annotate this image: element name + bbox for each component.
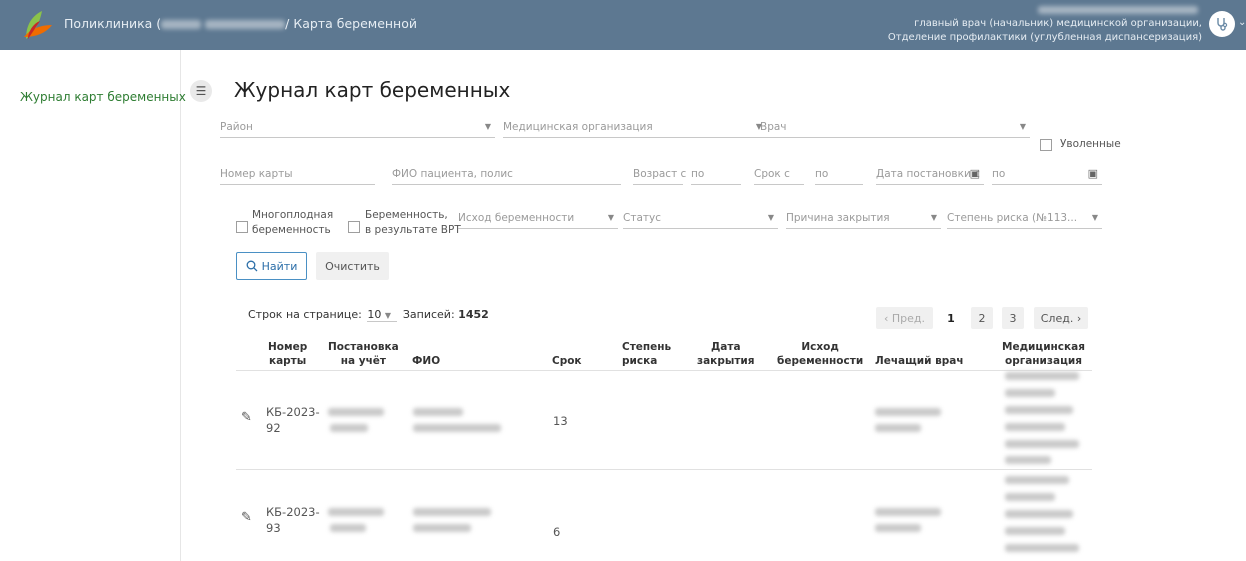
ivf-pregnancy-label: Беременность, в результате ВРТ bbox=[365, 209, 461, 236]
col-organization[interactable]: Медицинская организация bbox=[1002, 340, 1085, 368]
calendar-icon[interactable]: ▣ bbox=[1088, 167, 1098, 180]
pagination-next[interactable]: След. › bbox=[1034, 307, 1088, 329]
patient-search-input[interactable]: ФИО пациента, полис bbox=[392, 163, 621, 185]
age-from-input[interactable]: Возраст с bbox=[633, 163, 686, 185]
col-outcome[interactable]: Исход беременности bbox=[777, 340, 863, 368]
pagination-page-2[interactable]: 2 bbox=[971, 307, 993, 329]
col-doctor[interactable]: Лечащий врач bbox=[875, 354, 964, 368]
chevron-down-icon: ▼ bbox=[384, 311, 392, 320]
term-cell: 13 bbox=[553, 414, 568, 428]
col-registration[interactable]: Постановка на учёт bbox=[328, 340, 399, 368]
multiple-pregnancy-label: Многоплодная беременность bbox=[252, 209, 334, 236]
table-meta: Строк на странице: 10 ▼ Записей: 1452 bbox=[248, 308, 489, 322]
risk-select[interactable]: Степень риска (№113... ▼ bbox=[947, 207, 1102, 229]
app-title: Поликлиника ( / Карта беременной bbox=[64, 16, 418, 31]
row-divider bbox=[236, 469, 1092, 470]
ivf-pregnancy-checkbox[interactable] bbox=[348, 221, 360, 233]
page-title: Журнал карт беременных bbox=[234, 78, 511, 102]
user-name bbox=[1038, 6, 1198, 14]
card-number-cell: КБ-2023- 92 bbox=[266, 405, 320, 435]
hamburger-icon[interactable]: ☰ bbox=[190, 80, 212, 102]
search-icon bbox=[246, 260, 258, 272]
fired-checkbox[interactable] bbox=[1040, 139, 1052, 151]
col-risk[interactable]: Степень риска bbox=[622, 340, 671, 368]
card-number-input[interactable]: Номер карты bbox=[220, 163, 375, 185]
term-to-input[interactable]: по bbox=[815, 163, 863, 185]
pencil-icon[interactable]: ✎ bbox=[241, 510, 252, 525]
header-divider bbox=[236, 370, 1092, 371]
col-close-date[interactable]: Дата закрытия bbox=[697, 340, 755, 368]
close-reason-select[interactable]: Причина закрытия ▼ bbox=[786, 207, 941, 229]
chevron-down-icon: ▼ bbox=[930, 213, 937, 222]
multiple-pregnancy-checkbox[interactable] bbox=[236, 221, 248, 233]
pencil-icon[interactable]: ✎ bbox=[241, 410, 252, 425]
col-card-number[interactable]: Номер карты bbox=[268, 340, 307, 368]
outcome-select[interactable]: Исход беременности ▼ bbox=[458, 207, 618, 229]
chevron-down-icon: ▼ bbox=[607, 213, 614, 222]
stethoscope-icon bbox=[1217, 18, 1228, 31]
term-cell: 6 bbox=[553, 525, 561, 539]
col-fio[interactable]: ФИО bbox=[412, 354, 440, 368]
find-button[interactable]: Найти bbox=[236, 252, 307, 280]
chevron-down-icon: ▼ bbox=[767, 213, 774, 222]
status-select[interactable]: Статус ▼ bbox=[623, 207, 778, 229]
district-select[interactable]: Район ▼ bbox=[220, 116, 495, 138]
breadcrumb: / Карта беременной bbox=[285, 16, 418, 31]
pagination-page-3[interactable]: 3 bbox=[1002, 307, 1024, 329]
col-term[interactable]: Срок bbox=[552, 354, 582, 368]
user-avatar[interactable] bbox=[1209, 11, 1235, 37]
rows-per-page-select[interactable]: 10 ▼ bbox=[367, 308, 398, 322]
calendar-icon[interactable]: ▣ bbox=[970, 167, 980, 180]
age-to-input[interactable]: по bbox=[691, 163, 741, 185]
pagination-prev[interactable]: ‹ Пред. bbox=[876, 307, 933, 329]
chevron-down-icon: ▼ bbox=[1091, 213, 1098, 222]
chevron-down-icon[interactable]: ⌄ bbox=[1238, 17, 1246, 28]
user-role: главный врач (начальник) медицинской орг… bbox=[887, 18, 1202, 43]
reg-date-from-input[interactable]: Дата постановки с ▣ bbox=[876, 163, 984, 185]
reg-date-to-input[interactable]: по ▣ bbox=[992, 163, 1102, 185]
top-bar: Поликлиника ( / Карта беременной главный… bbox=[0, 0, 1246, 50]
term-from-input[interactable]: Срок с bbox=[754, 163, 804, 185]
fired-label: Уволенные bbox=[1060, 138, 1121, 150]
organization-select[interactable]: Медицинская организация ▼ bbox=[503, 116, 766, 138]
doctor-select[interactable]: Врач ▼ bbox=[760, 116, 1030, 138]
chevron-down-icon: ▼ bbox=[1019, 122, 1026, 131]
logo-icon bbox=[24, 11, 52, 39]
chevron-down-icon: ▼ bbox=[484, 122, 491, 131]
sidebar: Журнал карт беременных bbox=[0, 50, 186, 561]
card-number-cell: КБ-2023- 93 bbox=[266, 505, 320, 535]
clear-button[interactable]: Очистить bbox=[316, 252, 389, 280]
sidebar-item-pregnancy-journal[interactable]: Журнал карт беременных bbox=[20, 90, 186, 104]
pagination-page-1[interactable]: 1 bbox=[940, 307, 962, 329]
